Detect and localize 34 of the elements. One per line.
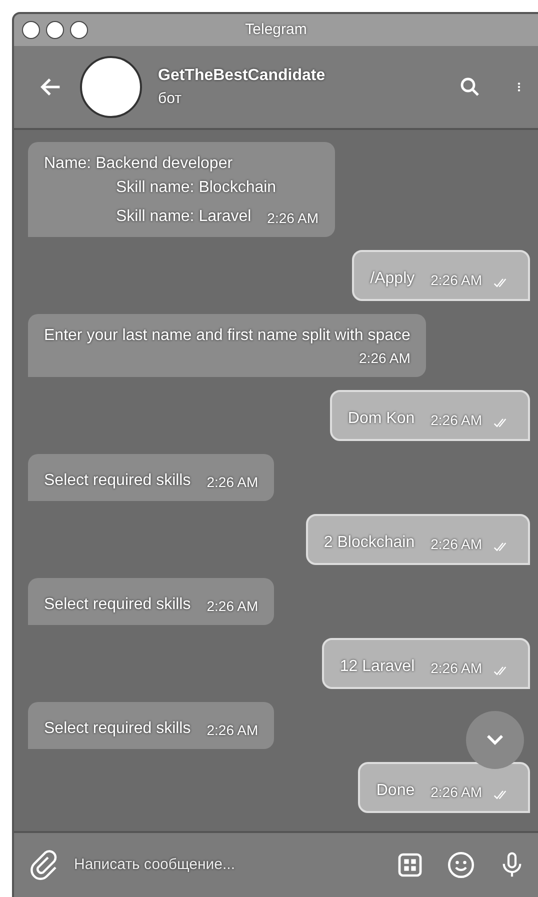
message-time: 2:26 AM: [206, 473, 258, 492]
message-text: Name: Backend developer: [44, 154, 233, 174]
message-time: 2:26 AM: [206, 597, 258, 616]
message-time: 2:26 AM: [267, 209, 319, 228]
message-time: 2:26 AM: [430, 271, 482, 290]
minimize-dot[interactable]: [46, 21, 64, 39]
message-time: 2:26 AM: [430, 659, 482, 678]
message-time: 2:26 AM: [430, 411, 482, 430]
paperclip-icon: [28, 850, 58, 880]
chat-name: GetTheBestCandidate: [158, 66, 326, 86]
message-text: Skill name: Blockchain: [116, 178, 276, 198]
message-time: 2:26 AM: [206, 721, 258, 740]
message-text: Skill name: Laravel: [116, 207, 252, 227]
message-text: 12 Laravel: [340, 657, 415, 677]
message-time: 2:26 AM: [430, 783, 482, 802]
zoom-dot[interactable]: [70, 21, 88, 39]
grid-icon: [396, 851, 424, 879]
message-time: 2:26 AM: [430, 535, 482, 554]
emoji-button[interactable]: [446, 850, 476, 880]
message-text: Select required skills: [44, 595, 191, 615]
message-time: 2:26 AM: [359, 349, 410, 368]
attach-button[interactable]: [28, 850, 58, 880]
smiley-icon: [446, 850, 476, 880]
message-text: /Apply: [370, 269, 415, 289]
message-text: Dom Kon: [348, 409, 415, 429]
message-text: 2 Blockchain: [324, 533, 415, 553]
chat-status: бот: [158, 88, 182, 109]
window-title: Telegram: [245, 20, 307, 40]
close-dot[interactable]: [22, 21, 40, 39]
message-text: Done: [376, 781, 415, 801]
message-text: Select required skills: [44, 719, 191, 739]
message-text: Enter your last name and first name split with space: [44, 326, 410, 346]
message-text: Select required skills: [44, 471, 191, 491]
bot-keyboard-button[interactable]: [396, 851, 424, 879]
